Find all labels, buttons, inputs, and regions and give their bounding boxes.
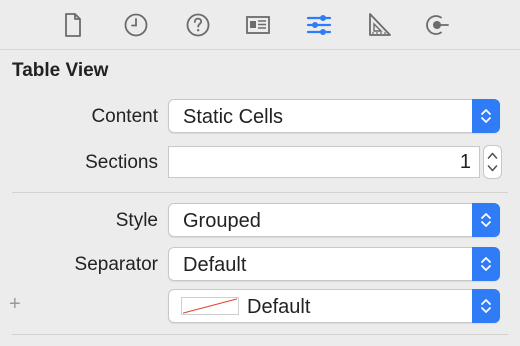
content-popup[interactable]: Static Cells (168, 99, 500, 133)
file-icon (65, 13, 81, 37)
style-label: Style (115, 210, 158, 231)
section-title: Table View (12, 60, 109, 81)
identity-inspector-tab[interactable] (241, 8, 275, 42)
separator-color-popup[interactable]: Default (168, 289, 500, 323)
identity-icon (246, 16, 270, 34)
file-inspector-tab[interactable] (55, 8, 89, 42)
inspector-toolbar (0, 0, 520, 50)
attributes-inspector-tab[interactable] (302, 8, 336, 42)
chevron-up-down-icon (481, 257, 491, 271)
color-swatch (181, 297, 239, 315)
divider (12, 334, 508, 335)
content-label: Content (91, 106, 158, 127)
divider (12, 192, 508, 193)
separator-popup-arrows (472, 247, 500, 281)
separator-label: Separator (74, 254, 158, 275)
connections-inspector-tab[interactable] (420, 8, 454, 42)
sections-label: Sections (85, 152, 158, 173)
size-inspector-tab[interactable] (362, 8, 396, 42)
separator-color-value: Default (247, 296, 311, 318)
separator-popup[interactable]: Default (168, 247, 500, 281)
content-value: Static Cells (183, 106, 284, 128)
style-value: Grouped (183, 210, 261, 232)
content-popup-arrows (472, 99, 500, 133)
sections-field[interactable] (168, 146, 480, 178)
history-inspector-tab[interactable] (119, 8, 153, 42)
history-icon (124, 13, 148, 37)
style-popup[interactable]: Grouped (168, 203, 500, 237)
size-icon (369, 13, 391, 36)
no-color-swatch-icon (182, 298, 238, 314)
connections-icon (426, 15, 449, 35)
stepper-arrows-icon (487, 152, 498, 172)
attributes-icon (306, 15, 332, 35)
chevron-up-down-icon (481, 299, 491, 313)
separator-value: Default (183, 254, 247, 276)
add-variation-button[interactable]: + (9, 293, 21, 316)
style-popup-arrows (472, 203, 500, 237)
help-icon (186, 13, 210, 37)
chevron-up-down-icon (481, 213, 491, 227)
help-inspector-tab[interactable] (181, 8, 215, 42)
chevron-up-down-icon (481, 109, 491, 123)
sections-input[interactable] (169, 147, 479, 177)
separator-color-popup-arrows (472, 289, 500, 323)
sections-stepper[interactable] (483, 145, 502, 179)
